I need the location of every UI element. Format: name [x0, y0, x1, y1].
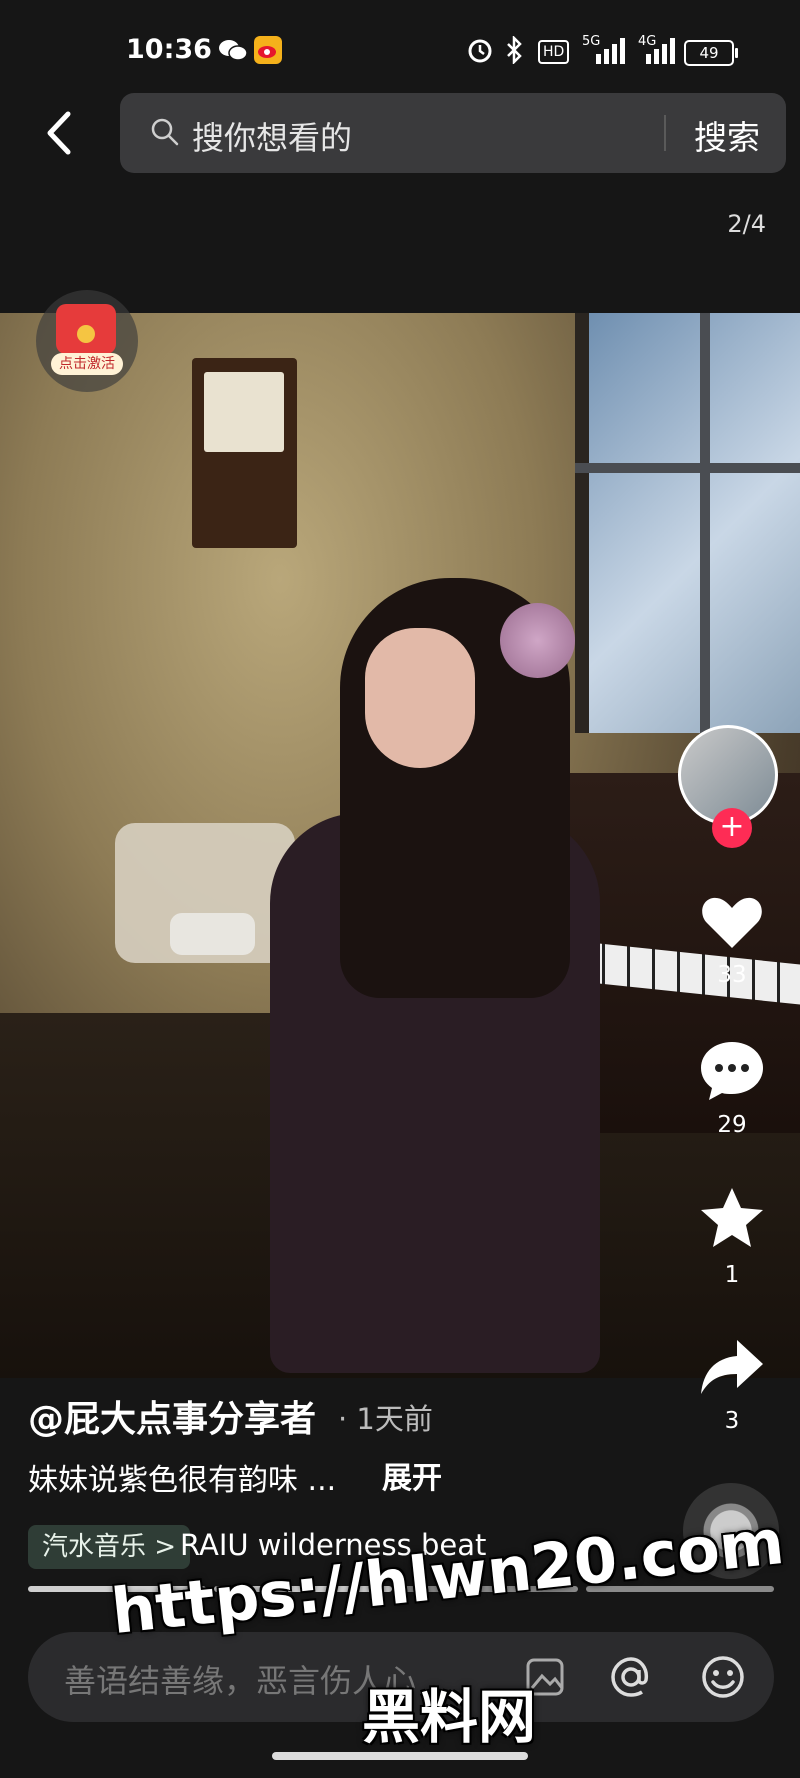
comment-button[interactable] — [697, 1036, 767, 1106]
home-indicator[interactable] — [272, 1752, 528, 1760]
chevron-left-icon — [47, 111, 71, 155]
person-face — [365, 628, 475, 768]
wall-clock — [192, 358, 297, 548]
heart-icon — [702, 897, 762, 948]
status-bar: 10:36 HD 5G 4G 49 — [0, 0, 800, 90]
signal-bars-icon — [596, 38, 626, 68]
mention-icon[interactable] — [606, 1652, 656, 1702]
favorite-button[interactable] — [697, 1184, 767, 1254]
post-photo[interactable] — [0, 313, 800, 1378]
search-divider — [664, 115, 666, 151]
weibo-icon — [254, 36, 282, 70]
image-counter: 2/4 — [727, 210, 766, 238]
coin-icon — [77, 325, 95, 343]
music-app-tag[interactable]: 汽水音乐 > — [28, 1525, 191, 1569]
favorite-count: 1 — [724, 1262, 740, 1288]
watermark-name: 黑料网 — [362, 1683, 537, 1751]
star-icon — [701, 1188, 763, 1247]
share-arrow-icon — [701, 1340, 763, 1394]
share-button[interactable] — [697, 1332, 767, 1402]
emoji-icon[interactable] — [698, 1652, 748, 1702]
follow-button[interactable]: + — [712, 808, 752, 848]
window-scene — [575, 313, 800, 733]
signal-bars-icon — [646, 38, 676, 68]
expand-link[interactable]: 展开 — [382, 1453, 442, 1497]
window-frame — [700, 313, 710, 733]
hd-badge: HD — [538, 40, 570, 64]
window-frame — [575, 463, 800, 473]
back-button[interactable] — [40, 108, 80, 158]
battery-indicator: 49 — [684, 40, 738, 66]
handheld-device — [170, 913, 255, 955]
share-count: 3 — [724, 1408, 740, 1434]
red-packet-label: 点击激活 — [51, 353, 123, 375]
comment-count: 29 — [717, 1112, 747, 1138]
search-placeholder[interactable]: 搜你想看的 — [192, 113, 352, 159]
hair-flower — [500, 603, 575, 678]
watermark-url: https://hlwn20.com — [108, 1504, 788, 1649]
status-time: 10:36 — [126, 34, 212, 65]
search-bar[interactable]: 搜你想看的 搜索 — [120, 93, 786, 173]
alarm-icon — [466, 36, 494, 70]
author-name[interactable]: @屁大点事分享者 — [28, 1390, 316, 1442]
comment-icon — [701, 1042, 763, 1100]
wechat-icon — [218, 38, 248, 68]
bluetooth-icon — [502, 34, 528, 70]
red-packet-widget[interactable]: 点击激活 — [36, 290, 138, 392]
search-icon — [150, 117, 180, 147]
post-time: · 1天前 — [338, 1402, 433, 1436]
like-count: 33 — [717, 962, 747, 988]
like-button[interactable] — [697, 886, 767, 956]
post-description: 妹妹说紫色很有韵味 ... — [28, 1463, 337, 1498]
clock-face — [204, 372, 284, 452]
search-button[interactable]: 搜索 — [694, 111, 760, 159]
